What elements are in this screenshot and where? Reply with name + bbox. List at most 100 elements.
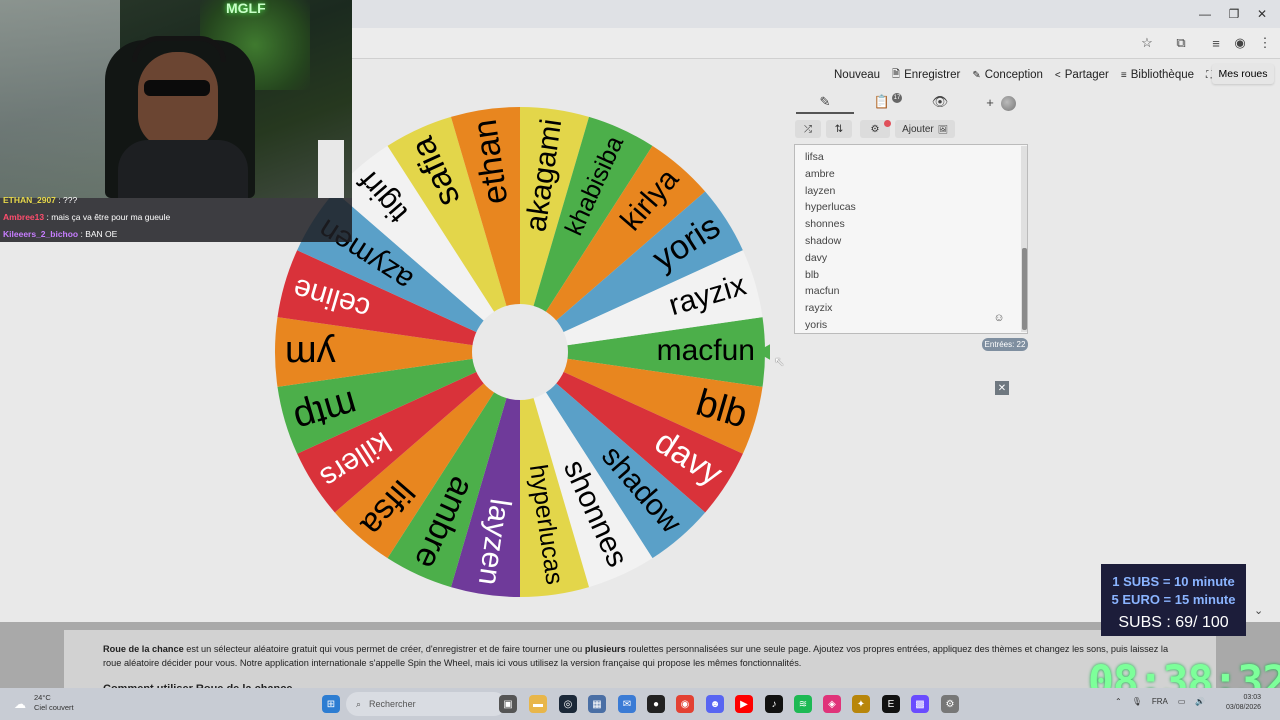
language-indicator[interactable]: FRA xyxy=(1152,697,1168,706)
shuffle-button[interactable]: ⤮ xyxy=(795,120,821,138)
media-icon[interactable]: ≡ xyxy=(1207,34,1225,52)
monitor-icon[interactable]: ▭ xyxy=(1178,697,1186,706)
pencil-icon: ✎ xyxy=(819,94,831,109)
clock-time: 03:03 xyxy=(1243,694,1262,701)
chat-username: Kileeers_2_bichoo xyxy=(3,229,79,239)
chrome-icon[interactable]: ◉ xyxy=(676,695,694,713)
windows-taskbar xyxy=(0,688,1280,720)
file-explorer-icon[interactable]: ▬ xyxy=(529,695,547,713)
microphone-icon[interactable]: 🎙 xyxy=(1132,697,1142,706)
chat-username: ETHAN_2907 xyxy=(3,195,56,205)
neon-logo: MGLF xyxy=(226,0,266,16)
app-icon-pink[interactable]: ◈ xyxy=(823,695,841,713)
steam-icon[interactable]: ◎ xyxy=(559,695,577,713)
sort-icon: ⇅ xyxy=(834,123,844,135)
subs-counter: SUBS : 69/ 100 xyxy=(1118,614,1229,631)
wheel-thumbnail-icon[interactable] xyxy=(1001,96,1016,111)
browser-menu-icon[interactable]: ⋮ xyxy=(1256,34,1274,52)
chevron-down-icon[interactable]: ⌄ xyxy=(1254,604,1263,617)
entry-item: macfun xyxy=(805,285,840,298)
menu-save-label: Enregistrer xyxy=(904,69,961,81)
menu-library-label: Bibliothèque xyxy=(1130,69,1195,81)
app-icon-gold[interactable]: ✦ xyxy=(852,695,870,713)
windows-start-icon[interactable]: ⊞ xyxy=(322,695,340,713)
webcam-overlay: MGLF xyxy=(0,0,352,198)
menu-design[interactable]: ✎ Conception xyxy=(972,69,1043,81)
chevron-up-icon[interactable]: ⌃ xyxy=(1115,697,1122,706)
youtube-icon[interactable]: ▶ xyxy=(735,695,753,713)
mail-icon[interactable]: ✉ xyxy=(618,695,636,713)
taskbar-search[interactable]: ⌕ Rechercher xyxy=(346,692,506,716)
chat-message: Kileeers_2_bichoo : BAN OE xyxy=(3,229,117,239)
my-wheels-button[interactable]: Mes roues xyxy=(1212,64,1274,84)
profile-icon[interactable]: ◉ xyxy=(1231,34,1249,52)
menu-library[interactable]: ≡ Bibliothèque xyxy=(1121,69,1194,81)
shuffle-icon: ⤮ xyxy=(804,123,812,135)
epic-games-icon[interactable]: E xyxy=(882,695,900,713)
menu-share-label: Partager xyxy=(1064,69,1109,81)
description-bold: plusieurs xyxy=(584,644,626,654)
audio-app-icon[interactable]: ≋ xyxy=(794,695,812,713)
entries-count-badge: Entrées: 22 xyxy=(982,338,1028,351)
search-placeholder: Rechercher xyxy=(369,699,416,709)
menu-save[interactable]: 🗎 Enregistrer xyxy=(892,67,960,84)
close-icon[interactable]: ✕ xyxy=(995,381,1009,395)
mouse-cursor-icon: ↖ xyxy=(774,354,785,369)
wheel-segment-label: macfun xyxy=(657,334,755,367)
system-tray: ⌃ 🎙 FRA ▭ 🔊 xyxy=(1115,697,1205,706)
obs-icon[interactable]: ● xyxy=(647,695,665,713)
task-view-icon[interactable]: ▣ xyxy=(499,695,517,713)
clipboard-icon: 📋 xyxy=(873,94,891,109)
headset-icon xyxy=(132,36,226,62)
search-icon: ⌕ xyxy=(356,698,362,709)
chat-text: : ??? xyxy=(58,195,78,205)
menu-design-label: Conception xyxy=(984,69,1043,81)
menu-new[interactable]: Nouveau xyxy=(834,69,880,81)
minimize-icon[interactable]: — xyxy=(1195,4,1215,24)
app-menu: Nouveau 🗎 Enregistrer ✎ Conception < Partag… xyxy=(834,66,1213,84)
tab-hide[interactable]: 👁 xyxy=(920,92,960,112)
menu-share[interactable]: < Partager xyxy=(1055,69,1109,81)
sort-button[interactable]: ⇅ xyxy=(826,120,852,138)
chat-text: : mais ça va être pour ma gueule xyxy=(46,212,171,222)
brush-icon: ✎ xyxy=(972,69,981,81)
gear-icon: ⚙ xyxy=(870,123,880,135)
chat-message: Ambree13 : mais ça va être pour ma gueul… xyxy=(3,212,170,222)
taskbar-clock[interactable]: 03:03 03/08/2026 xyxy=(1226,693,1261,713)
entries-textarea[interactable]: lifsa ambre layzen hyperlucas shonnes sh… xyxy=(794,144,1028,334)
settings-app-icon[interactable]: ⚙ xyxy=(941,695,959,713)
tab-edit[interactable]: ✎ xyxy=(805,92,845,112)
entry-item: shadow xyxy=(805,234,842,247)
restore-icon[interactable]: ❐ xyxy=(1224,4,1244,24)
app-icon-purple[interactable]: ▩ xyxy=(911,695,929,713)
entry-item: shonnes xyxy=(805,218,845,231)
desk-object xyxy=(318,140,344,198)
description-app-name: Roue de la chance xyxy=(103,644,184,654)
wheel-segment-label: ym xyxy=(285,333,336,375)
app-icon[interactable]: ▦ xyxy=(588,695,606,713)
results-badge: 17 xyxy=(892,93,902,103)
entry-item: davy xyxy=(805,251,828,264)
share-icon: < xyxy=(1054,69,1061,81)
bookmark-star-icon[interactable]: ☆ xyxy=(1138,34,1156,52)
chat-username: Ambree13 xyxy=(3,212,45,222)
discord-icon[interactable]: ☻ xyxy=(706,695,724,713)
sunglasses-icon xyxy=(144,80,210,96)
tiktok-icon[interactable]: ♪ xyxy=(765,695,783,713)
wheel-center-hub[interactable] xyxy=(472,304,568,400)
entry-item: hyperlucas xyxy=(805,201,856,214)
save-icon: 🗎 xyxy=(892,68,901,80)
emoji-icon[interactable]: ☺ xyxy=(993,312,1005,324)
volume-icon[interactable]: 🔊 xyxy=(1195,697,1205,706)
close-window-icon[interactable]: ✕ xyxy=(1252,4,1272,24)
chat-overlay: ETHAN_2907 : ??? Ambree13 : mais ça va ê… xyxy=(0,195,352,242)
subs-goal-overlay: 1 SUBS = 10 minute 5 EURO = 15 minute SU… xyxy=(1101,564,1246,636)
library-icon: ≡ xyxy=(1120,69,1127,81)
subs-rule-2: 5 EURO = 15 minute xyxy=(1111,592,1236,607)
extensions-icon[interactable]: ⧉ xyxy=(1172,34,1190,52)
image-icon: 🖼 xyxy=(937,124,948,134)
entries-scrollbar-thumb[interactable] xyxy=(1022,248,1027,330)
add-image-label: Ajouter xyxy=(902,123,934,135)
settings-notification-dot xyxy=(884,120,891,127)
add-image-button[interactable]: Ajouter 🖼 xyxy=(895,120,955,138)
